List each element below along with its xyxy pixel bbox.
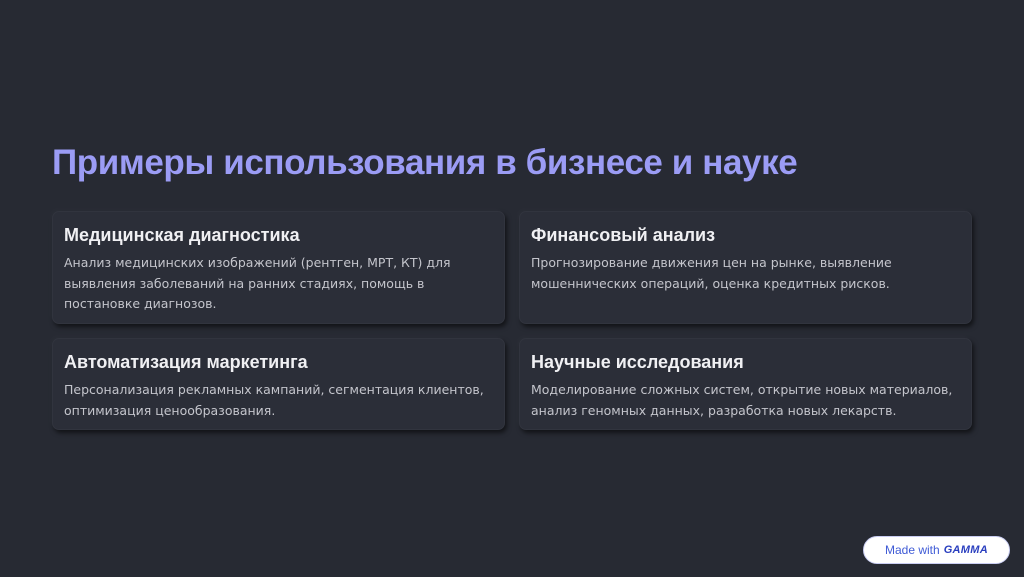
card-text: Персонализация рекламных кампаний, сегме… bbox=[64, 382, 484, 418]
card-financial-analysis: Финансовый анализ Прогнозирование движен… bbox=[519, 211, 972, 324]
use-case-grid: Медицинская диагностика Анализ медицинск… bbox=[52, 211, 972, 430]
card-title: Медицинская диагностика bbox=[64, 225, 300, 245]
card-text: Анализ медицинских изображений (рентген,… bbox=[64, 255, 451, 311]
card-text: Прогнозирование движения цен на рынке, в… bbox=[531, 255, 892, 291]
made-with-gamma-badge[interactable]: Made with GAMMA bbox=[863, 536, 1010, 564]
card-marketing-automation: Автоматизация маркетинга Персонализация … bbox=[52, 338, 505, 430]
card-title: Научные исследования bbox=[531, 352, 744, 372]
card-medical-diagnostics: Медицинская диагностика Анализ медицинск… bbox=[52, 211, 505, 324]
card-scientific-research: Научные исследования Моделирование сложн… bbox=[519, 338, 972, 430]
badge-label: Made with bbox=[885, 543, 940, 557]
card-title: Автоматизация маркетинга bbox=[64, 352, 308, 372]
card-text: Моделирование сложных систем, открытие н… bbox=[531, 382, 953, 418]
gamma-logo: GAMMA bbox=[943, 544, 988, 556]
page-title: Примеры использования в бизнесе и науке bbox=[52, 143, 798, 182]
slide: Примеры использования в бизнесе и науке … bbox=[0, 0, 1024, 577]
card-title: Финансовый анализ bbox=[531, 225, 716, 245]
